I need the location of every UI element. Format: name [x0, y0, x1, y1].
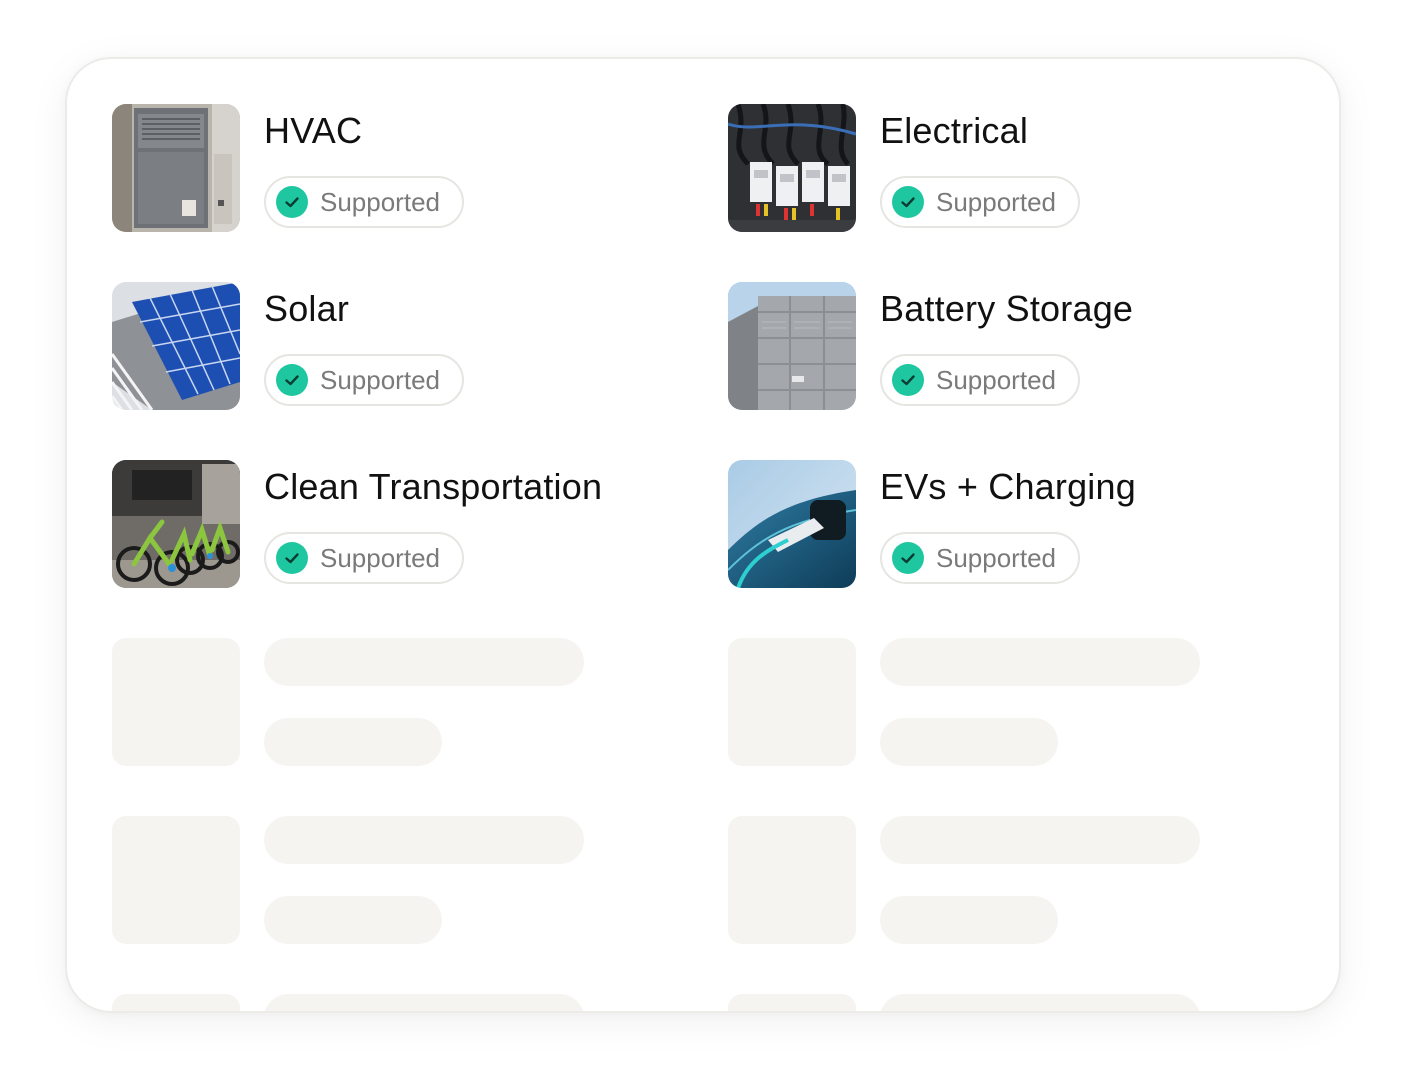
hvac-image	[112, 104, 240, 232]
evs-charging-image	[728, 460, 856, 588]
status-label: Supported	[320, 186, 440, 217]
skeleton-badge	[264, 896, 442, 944]
battery-storage-image	[728, 282, 856, 410]
category-card: HVAC Supported Electrical Supported Sola…	[65, 57, 1341, 1013]
skeleton-thumb	[112, 994, 240, 1011]
skeleton-thumb	[112, 816, 240, 944]
status-label: Supported	[320, 542, 440, 573]
skeleton-badge	[880, 718, 1058, 766]
category-title: Electrical	[880, 110, 1029, 151]
status-badge: Supported	[264, 354, 464, 406]
skeleton-badge	[264, 718, 442, 766]
category-item-battery-storage[interactable]: Battery Storage Supported	[728, 282, 1288, 410]
status-badge: Supported	[880, 532, 1080, 584]
status-badge: Supported	[880, 176, 1080, 228]
category-title: EVs + Charging	[880, 466, 1136, 507]
status-badge: Supported	[264, 532, 464, 584]
check-circle-icon	[276, 542, 308, 574]
status-label: Supported	[936, 364, 1056, 395]
solar-image	[112, 282, 240, 410]
category-title: HVAC	[264, 110, 363, 151]
skeleton-thumb	[728, 994, 856, 1011]
category-item-clean-transportation[interactable]: Clean Transportation Supported	[112, 460, 672, 588]
skeleton-thumb	[728, 816, 856, 944]
check-circle-icon	[276, 364, 308, 396]
skeleton-title	[264, 994, 584, 1011]
skeleton-title	[264, 816, 584, 864]
electrical-image	[728, 104, 856, 232]
status-label: Supported	[936, 542, 1056, 573]
skeleton-title	[264, 638, 584, 686]
skeleton-title	[880, 816, 1200, 864]
skeleton-badge	[880, 896, 1058, 944]
status-badge: Supported	[880, 354, 1080, 406]
category-item-hvac[interactable]: HVAC Supported	[112, 104, 672, 232]
status-label: Supported	[320, 364, 440, 395]
skeleton-thumb	[112, 638, 240, 766]
check-circle-icon	[892, 364, 924, 396]
check-circle-icon	[892, 186, 924, 218]
check-circle-icon	[892, 542, 924, 574]
status-label: Supported	[936, 186, 1056, 217]
clean-transportation-image	[112, 460, 240, 588]
category-title: Solar	[264, 288, 350, 329]
category-item-evs-charging[interactable]: EVs + Charging Supported	[728, 460, 1288, 588]
skeleton-title	[880, 994, 1200, 1011]
category-item-electrical[interactable]: Electrical Supported	[728, 104, 1288, 232]
category-title: Clean Transportation	[264, 466, 603, 507]
skeleton-thumb	[728, 638, 856, 766]
check-circle-icon	[276, 186, 308, 218]
category-item-solar[interactable]: Solar Supported	[112, 282, 672, 410]
skeleton-title	[880, 638, 1200, 686]
status-badge: Supported	[264, 176, 464, 228]
category-title: Battery Storage	[880, 288, 1134, 329]
